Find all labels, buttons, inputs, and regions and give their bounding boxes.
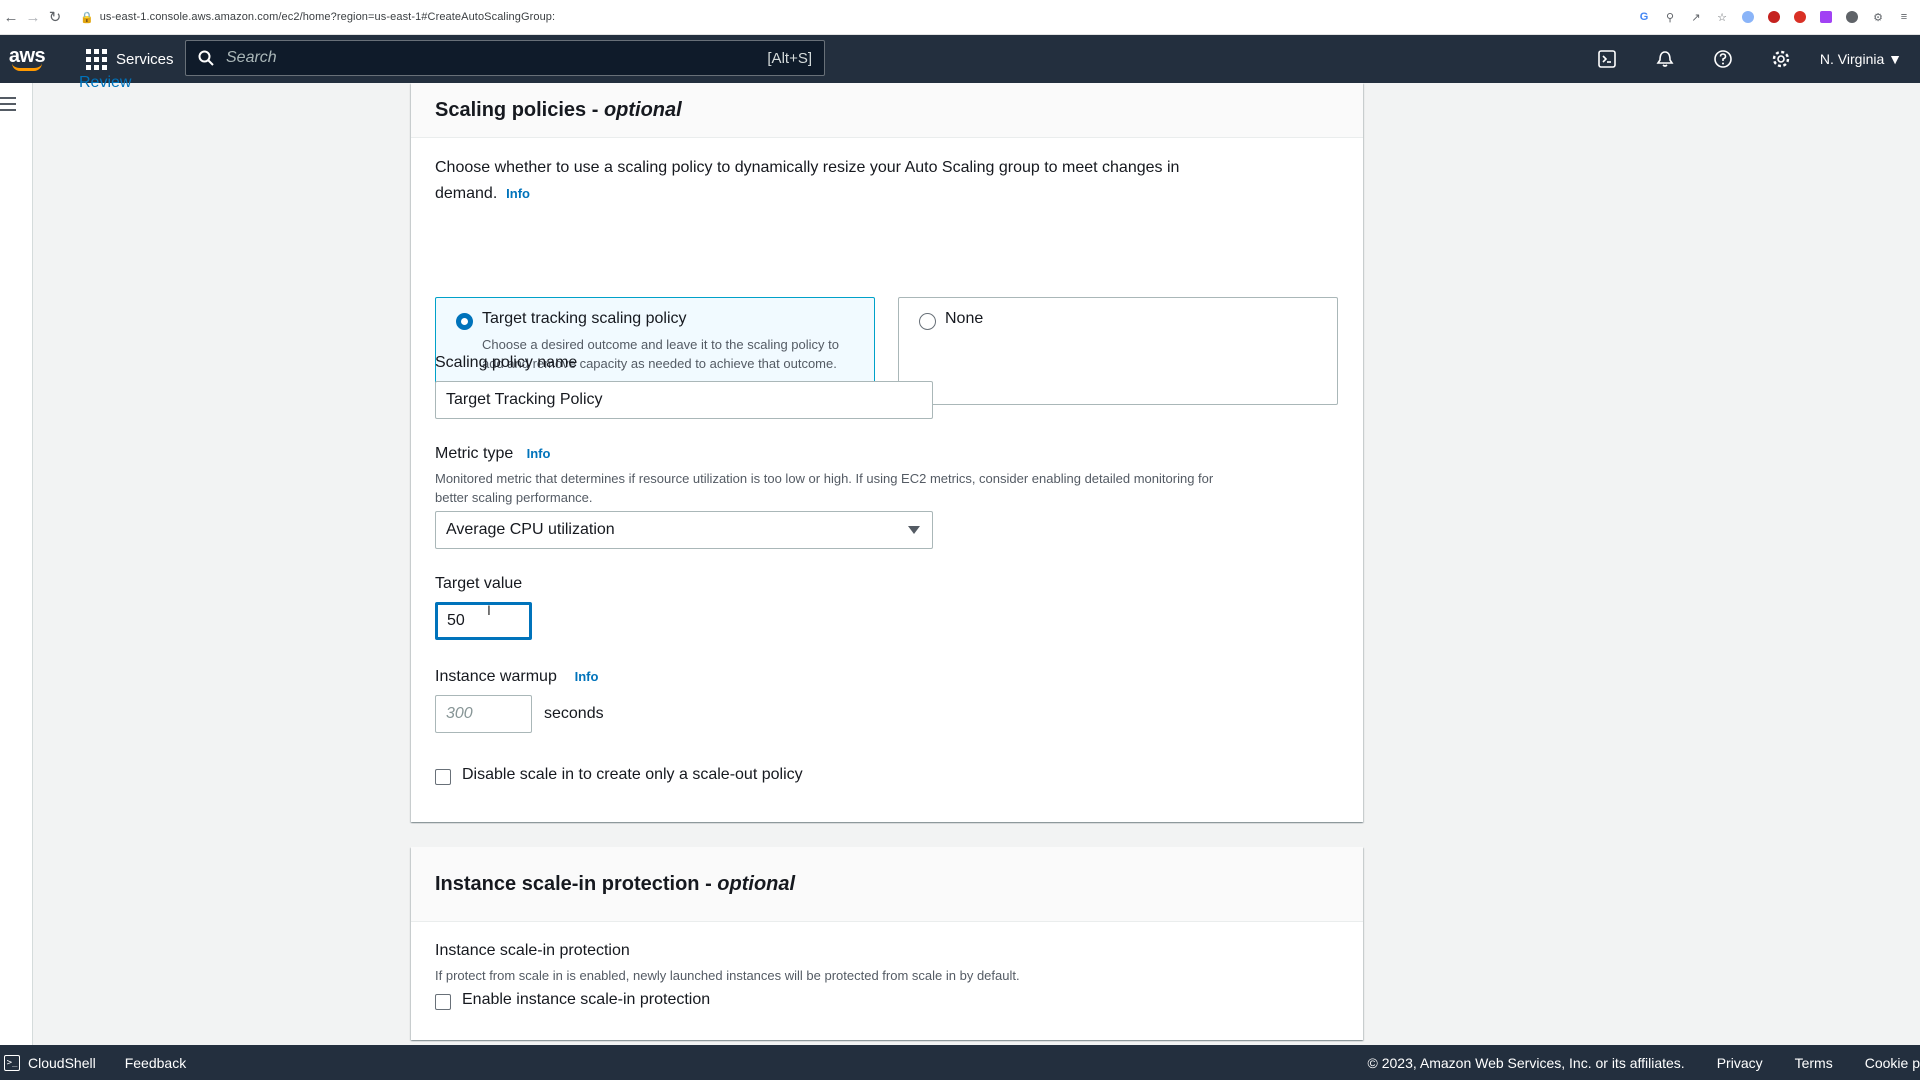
disable-scale-in-label: Disable scale in to create only a scale-… (462, 766, 803, 784)
extension-leaf-icon[interactable] (1842, 7, 1862, 27)
optional-label: optional (604, 99, 682, 121)
search-shortcut: [Alt+S] (767, 50, 812, 67)
wizard-steps-nav: Review (34, 83, 410, 1045)
option-none[interactable]: None (898, 297, 1338, 405)
google-icon[interactable]: G (1634, 7, 1654, 27)
scale-in-protection-label: Instance scale-in protection (435, 942, 630, 960)
copyright-text: © 2023, Amazon Web Services, Inc. or its… (1368, 1055, 1685, 1071)
radio-target-tracking[interactable] (456, 313, 473, 330)
option-label: Target tracking scaling policy (482, 310, 687, 328)
intro-text-2: demand. (435, 185, 497, 202)
caret-down-icon (908, 526, 920, 534)
policy-name-input[interactable]: Target Tracking Policy (435, 381, 933, 419)
browser-extensions: G ⚲ ↗ ☆ ⚙ ≡ (1634, 7, 1920, 27)
address-bar[interactable]: us-east-1.console.aws.amazon.com/ec2/hom… (100, 11, 555, 23)
share-icon[interactable]: ↗ (1686, 7, 1706, 27)
region-selector[interactable]: N. Virginia ▼ (1820, 51, 1902, 67)
scaling-policies-header: Scaling policies - optional (411, 83, 1363, 138)
extension-abp-icon[interactable] (1790, 7, 1810, 27)
cookie-preferences-link[interactable]: Cookie p (1865, 1055, 1920, 1071)
scale-in-protection-title: Instance scale-in protection - optional (435, 873, 795, 896)
cloudshell-icon: >_ (4, 1055, 20, 1071)
policy-name-label: Scaling policy name (435, 354, 577, 372)
lock-icon: 🔒 (80, 11, 94, 24)
services-menu-button[interactable]: Services (86, 49, 174, 70)
forward-icon[interactable]: → (22, 6, 44, 28)
enable-scale-in-protection-label: Enable instance scale-in protection (462, 991, 710, 1009)
reload-icon[interactable]: ↻ (44, 6, 66, 28)
aws-smile-icon (12, 63, 42, 71)
metric-type-description: Monitored metric that determines if reso… (435, 469, 1355, 507)
feedback-link[interactable]: Feedback (125, 1055, 186, 1071)
console-footer: >_ CloudShell Feedback © 2023, Amazon We… (0, 1045, 1920, 1080)
top-nav-actions: N. Virginia ▼ (1578, 35, 1920, 83)
notifications-bell-icon[interactable] (1636, 35, 1694, 83)
disable-scale-in-checkbox[interactable] (435, 769, 451, 785)
cloudshell-icon[interactable] (1578, 35, 1636, 83)
metric-type-value: Average CPU utilization (446, 521, 615, 539)
metric-type-label: Metric type Info (435, 445, 550, 463)
extensions-puzzle-icon[interactable]: ⚙ (1868, 7, 1888, 27)
optional-label: optional (717, 873, 795, 895)
enable-scale-in-protection-checkbox[interactable] (435, 994, 451, 1010)
services-label: Services (116, 51, 174, 68)
cloudshell-label: CloudShell (28, 1055, 96, 1071)
metric-desc-line1: Monitored metric that determines if reso… (435, 471, 1213, 486)
scaling-policies-intro: Choose whether to use a scaling policy t… (435, 155, 1335, 207)
extension-color-icon[interactable] (1816, 7, 1836, 27)
search-icon (198, 50, 214, 66)
browser-menu-icon[interactable]: ≡ (1894, 7, 1914, 27)
scale-in-title-text: Instance scale-in protection - (435, 873, 717, 895)
chevron-down-icon: ▼ (1888, 51, 1902, 67)
scale-in-protection-header: Instance scale-in protection - optional (411, 847, 1363, 922)
target-value-input[interactable]: 50 (435, 602, 532, 640)
step-link-review[interactable]: Review (79, 74, 131, 92)
option-label: None (945, 310, 983, 328)
instance-warmup-label: Instance warmup Info (435, 668, 598, 686)
info-link[interactable]: Info (506, 186, 530, 201)
metric-desc-line2: better scaling performance. (435, 490, 593, 505)
scaling-policies-title: Scaling policies - optional (435, 99, 682, 122)
metric-type-label-text: Metric type (435, 445, 513, 462)
extension-translate-icon[interactable] (1738, 7, 1758, 27)
extension-red-icon[interactable] (1764, 7, 1784, 27)
bookmark-star-icon[interactable]: ☆ (1712, 7, 1732, 27)
warmup-label-text: Instance warmup (435, 668, 557, 685)
zoom-icon[interactable]: ⚲ (1660, 7, 1680, 27)
browser-toolbar: ← → ↻ 🔒 us-east-1.console.aws.amazon.com… (0, 0, 1920, 35)
scaling-policies-title-text: Scaling policies - (435, 99, 604, 121)
radio-none[interactable] (919, 313, 936, 330)
warmup-info-link[interactable]: Info (575, 669, 599, 684)
warmup-unit: seconds (544, 705, 604, 723)
metric-type-select[interactable]: Average CPU utilization (435, 511, 933, 549)
help-icon[interactable] (1694, 35, 1752, 83)
footer-links: © 2023, Amazon Web Services, Inc. or its… (1368, 1055, 1920, 1071)
back-icon[interactable]: ← (0, 6, 22, 28)
cloudshell-button[interactable]: >_ CloudShell (4, 1055, 96, 1071)
search-input[interactable]: Search [Alt+S] (185, 40, 825, 76)
intro-text: Choose whether to use a scaling policy t… (435, 155, 1335, 181)
hamburger-menu-icon[interactable] (0, 97, 16, 115)
policy-name-value: Target Tracking Policy (446, 391, 603, 409)
target-value: 50 (447, 612, 465, 630)
settings-gear-icon[interactable] (1752, 35, 1810, 83)
terms-link[interactable]: Terms (1795, 1055, 1833, 1071)
scale-in-protection-description: If protect from scale in is enabled, new… (435, 966, 1355, 985)
side-rail (0, 83, 33, 1045)
aws-logo[interactable]: aws (6, 44, 48, 74)
target-value-label: Target value (435, 575, 522, 593)
scale-in-protection-panel: Instance scale-in protection - optional … (411, 847, 1363, 1040)
aws-top-nav: aws Services Search [Alt+S] N. Virginia … (0, 35, 1920, 83)
metric-type-info-link[interactable]: Info (527, 446, 551, 461)
search-placeholder: Search (226, 49, 767, 67)
privacy-link[interactable]: Privacy (1717, 1055, 1763, 1071)
text-cursor-icon: I (487, 602, 491, 618)
warmup-placeholder: 300 (446, 705, 473, 723)
instance-warmup-input[interactable]: 300 (435, 695, 532, 733)
scaling-policies-panel: Scaling policies - optional Choose wheth… (411, 83, 1363, 822)
grid-icon (86, 49, 107, 70)
region-label: N. Virginia (1820, 51, 1884, 67)
